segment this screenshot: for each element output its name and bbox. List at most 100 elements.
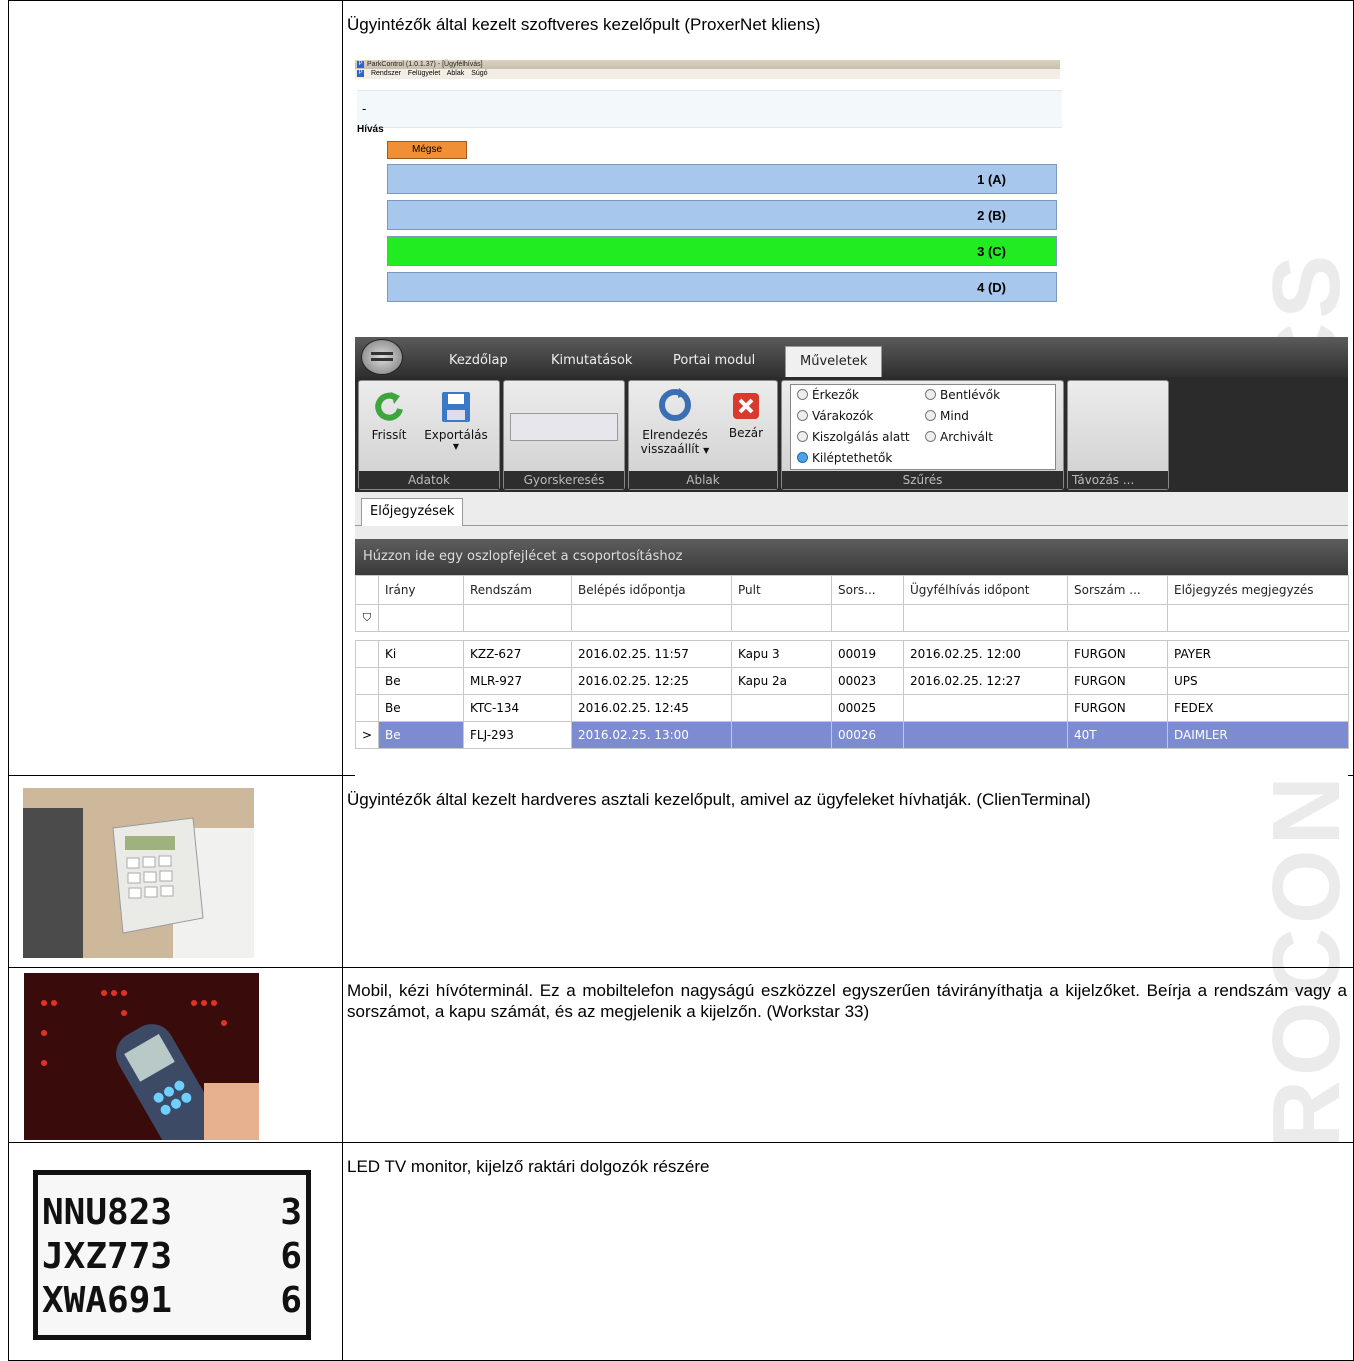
filter-cell[interactable] bbox=[903, 604, 1068, 632]
filter-cell[interactable] bbox=[463, 604, 572, 632]
column-header[interactable]: Pult bbox=[731, 575, 832, 605]
row3-content-cell: Mobil, kézi hívóterminál. Ez a mobiltele… bbox=[342, 967, 1354, 1143]
row2-caption: Ügyintézők által kezelt hardveres asztal… bbox=[347, 790, 1091, 809]
group-gyorskereses: Gyorskeresés bbox=[503, 380, 625, 490]
cell: 40T bbox=[1067, 721, 1168, 749]
cell: DAIMLER bbox=[1167, 721, 1349, 749]
cell: KTC-134 bbox=[463, 694, 572, 722]
cell: KZZ-627 bbox=[463, 640, 572, 668]
refresh-button[interactable]: Frissít bbox=[367, 389, 411, 442]
column-header[interactable]: Rendszám bbox=[463, 575, 572, 605]
filter-cell[interactable] bbox=[831, 604, 904, 632]
group-szures: Érkezők Bentlévők Várakozók Mind Kiszolg… bbox=[781, 380, 1064, 490]
table-row[interactable]: Ki KZZ-627 2016.02.25. 11:57 Kapu 3 00019 201… bbox=[355, 640, 1349, 668]
cell: UPS bbox=[1167, 667, 1349, 695]
radio-kileptethetok[interactable]: Kiléptethetők bbox=[797, 451, 892, 465]
row4-caption: LED TV monitor, kijelző raktári dolgozók… bbox=[347, 1157, 710, 1176]
close-button[interactable]: Bezár bbox=[723, 389, 769, 440]
cell bbox=[731, 694, 832, 722]
ribbon-tab-bar: Kezdőlap Kimutatások Portai modul Művele… bbox=[355, 337, 1348, 377]
radio-bentlevok[interactable]: Bentlévők bbox=[925, 388, 1000, 402]
tab-portai-modul[interactable]: Portai modul bbox=[673, 353, 755, 368]
filter-cell[interactable] bbox=[571, 604, 732, 632]
filter-cell[interactable] bbox=[378, 604, 464, 632]
column-header[interactable]: Irány bbox=[378, 575, 464, 605]
parkcontrol-window: P ParkControl (1.0.1.37) - [Ügyfélhívás] … bbox=[355, 60, 1062, 337]
cell bbox=[903, 694, 1068, 722]
window-title: P ParkControl (1.0.1.37) - [Ügyfélhívás] bbox=[355, 60, 1060, 69]
tab-kimutatasok[interactable]: Kimutatások bbox=[551, 353, 632, 368]
chevron-down-icon: ▼ bbox=[703, 446, 710, 455]
group-label: Ablak bbox=[629, 471, 777, 489]
radio-archivalt[interactable]: Archivált bbox=[925, 430, 993, 444]
cell: Ki bbox=[378, 640, 464, 668]
row-indicator-icon: > bbox=[355, 721, 379, 749]
row2-content-cell: Ügyintézők által kezelt hardveres asztal… bbox=[342, 775, 1354, 968]
cell bbox=[731, 721, 832, 749]
column-header[interactable]: Ügyfélhívás időpont bbox=[903, 575, 1068, 605]
table-row[interactable]: Be MLR-927 2016.02.25. 12:25 Kapu 2a 00023 20… bbox=[355, 667, 1349, 695]
cell: 2016.02.25. 12:27 bbox=[903, 667, 1068, 695]
menu-sugo[interactable]: Súgó bbox=[471, 70, 487, 77]
radio-kiszolgalas-alatt[interactable]: Kiszolgálás alatt bbox=[797, 430, 910, 444]
close-icon bbox=[733, 393, 759, 419]
tab-elojegyzesek[interactable]: Előjegyzések bbox=[361, 498, 464, 526]
application-menu-icon[interactable] bbox=[361, 339, 403, 375]
counter-button-2[interactable]: 2 (B) bbox=[387, 200, 1057, 230]
menu-ablak[interactable]: Ablak bbox=[447, 70, 465, 77]
filter-cell[interactable] bbox=[1167, 604, 1349, 632]
filter-cell[interactable] bbox=[1067, 604, 1168, 632]
cell: 00019 bbox=[831, 640, 904, 668]
rotate-icon bbox=[659, 388, 691, 421]
reset-layout-button[interactable]: Elrendezés visszaállít ▼ bbox=[633, 385, 717, 456]
group-label: Adatok bbox=[359, 471, 499, 489]
cell: FLJ-293 bbox=[463, 721, 572, 749]
cancel-button[interactable]: Mégse bbox=[387, 141, 467, 159]
export-button[interactable]: Exportálás ▼ bbox=[419, 389, 493, 451]
group-label: Gyorskeresés bbox=[504, 471, 624, 489]
column-header[interactable]: Előjegyzés megjegyzés bbox=[1167, 575, 1349, 605]
table-row-selected[interactable]: > Be FLJ-293 2016.02.25. 13:00 00026 40T DAIM… bbox=[355, 721, 1349, 749]
data-grid: Irány Rendszám Belépés időpontja Pult So… bbox=[355, 575, 1349, 749]
column-header[interactable]: Belépés időpontja bbox=[571, 575, 732, 605]
cell: FURGON bbox=[1067, 667, 1168, 695]
menu-felugyelet[interactable]: Felügyelet bbox=[408, 70, 440, 77]
counter-button-4[interactable]: 4 (D) bbox=[387, 272, 1057, 302]
filter-cell[interactable] bbox=[731, 604, 832, 632]
table-row[interactable]: Be KTC-134 2016.02.25. 12:45 00025 FURGON FED… bbox=[355, 694, 1349, 722]
group-adatok: Frissít Exportálás ▼ Adatok bbox=[358, 380, 500, 490]
filter-row: ⛉ bbox=[355, 604, 1349, 632]
quick-search-input[interactable] bbox=[510, 413, 618, 441]
grid-header-row: Irány Rendszám Belépés időpontja Pult So… bbox=[355, 575, 1349, 605]
radio-erkezok[interactable]: Érkezők bbox=[797, 388, 859, 402]
led-display-photo: NNU823 3 JXZ773 6 XWA691 6 bbox=[33, 1170, 311, 1340]
cell: FURGON bbox=[1067, 694, 1168, 722]
radio-mind[interactable]: Mind bbox=[925, 409, 969, 423]
handheld-terminal-photo bbox=[24, 973, 259, 1168]
cell: PAYER bbox=[1167, 640, 1349, 668]
counter-button-3[interactable]: 3 (C) bbox=[387, 236, 1057, 266]
filter-icon[interactable]: ⛉ bbox=[355, 604, 379, 632]
cell: Be bbox=[378, 667, 464, 695]
ribbon: Frissít Exportálás ▼ Adatok Gyorskeresés… bbox=[355, 377, 1348, 492]
column-header[interactable]: Sors... bbox=[831, 575, 904, 605]
radio-varakozok[interactable]: Várakozók bbox=[797, 409, 873, 423]
group-by-panel[interactable]: Húzzon ide egy oszlopfejlécet a csoporto… bbox=[355, 539, 1348, 575]
cell: 00026 bbox=[831, 721, 904, 749]
tab-muveletek[interactable]: Műveletek bbox=[785, 346, 883, 377]
menu-bar: P Rendszer Felügyelet Ablak Súgó bbox=[355, 69, 1060, 79]
refresh-icon bbox=[375, 392, 403, 421]
document-tabs: Előjegyzések bbox=[355, 492, 1348, 526]
desk-terminal-image bbox=[23, 788, 254, 958]
desk-terminal-photo bbox=[23, 788, 254, 958]
row1-image-cell bbox=[8, 0, 343, 776]
ribbon-app: Kezdőlap Kimutatások Portai modul Művele… bbox=[355, 337, 1349, 777]
menu-rendszer[interactable]: Rendszer bbox=[371, 70, 401, 77]
counter-button-1[interactable]: 1 (A) bbox=[387, 164, 1057, 194]
app-icon: P bbox=[357, 69, 364, 77]
tab-kezdolap[interactable]: Kezdőlap bbox=[449, 353, 508, 368]
section-label: Hívás bbox=[357, 124, 384, 135]
column-header[interactable]: Sorszám ... bbox=[1067, 575, 1168, 605]
cell: 2016.02.25. 12:45 bbox=[571, 694, 732, 722]
cell: MLR-927 bbox=[463, 667, 572, 695]
